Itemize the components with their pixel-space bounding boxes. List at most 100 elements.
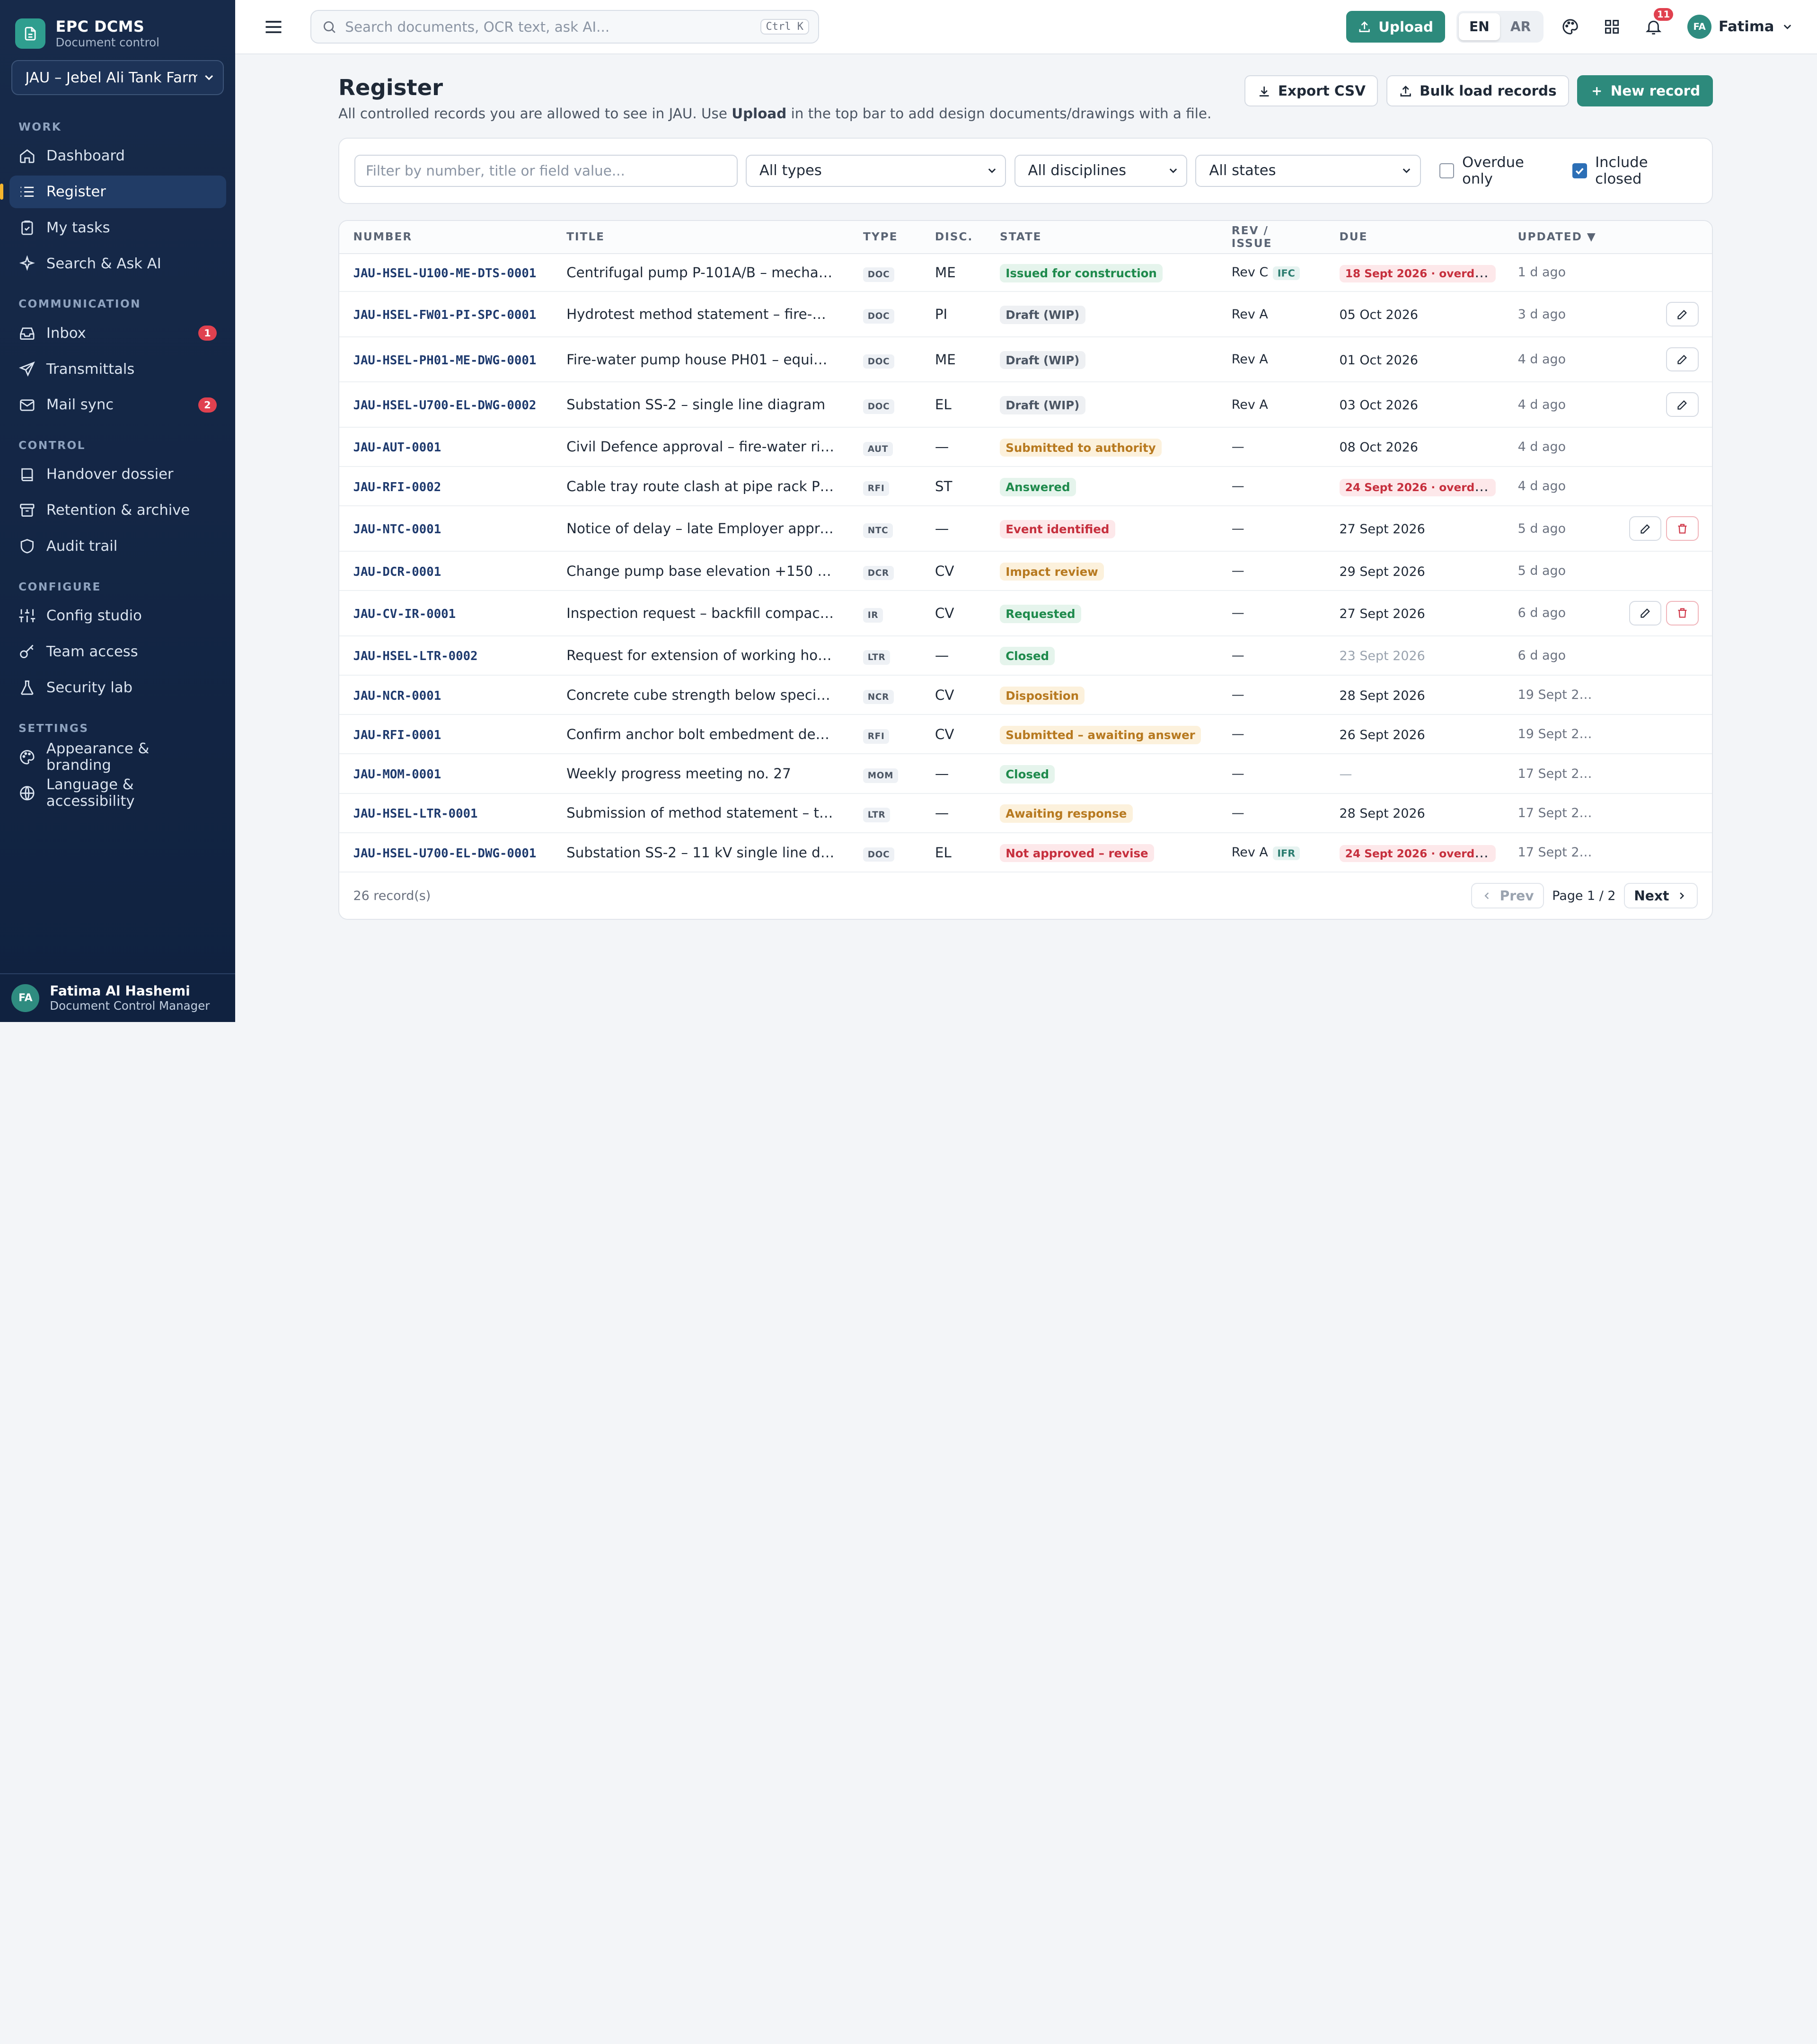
table-row[interactable]: JAU-AUT-0001 Civil Defence approval – fir… [339, 427, 1712, 467]
table-row[interactable]: JAU-NTC-0001 Notice of delay – late Emplo… [339, 506, 1712, 552]
filter-input[interactable] [365, 162, 726, 179]
project-select[interactable]: JAU – Jebel Ali Tank Farm E [11, 60, 224, 95]
sidebar-item-label: Team access [46, 643, 138, 661]
table-row[interactable]: JAU-HSEL-LTR-0001 Submission of method st… [339, 793, 1712, 833]
export-csv-button[interactable]: Export CSV [1244, 75, 1378, 107]
revision: Rev A [1231, 352, 1268, 367]
discipline-select[interactable]: All disciplines [1014, 154, 1188, 187]
theme-button[interactable] [1555, 12, 1586, 42]
next-page-button[interactable]: Next [1623, 883, 1698, 909]
record-number[interactable]: JAU-HSEL-LTR-0002 [353, 649, 477, 663]
record-number[interactable]: JAU-MOM-0001 [353, 767, 441, 782]
table-row[interactable]: JAU-HSEL-PH01-ME-DWG-0001 Fire-water pump… [339, 336, 1712, 383]
sidebar-item-handover[interactable]: Handover dossier [9, 458, 226, 491]
table-row[interactable]: JAU-RFI-0002 Cable tray route clash at pi… [339, 467, 1712, 507]
record-number[interactable]: JAU-CV-IR-0001 [353, 607, 456, 621]
upload-icon [1400, 85, 1411, 97]
table-row[interactable]: JAU-HSEL-LTR-0002 Request for extension o… [339, 635, 1712, 676]
col-title[interactable]: TITLE [552, 220, 849, 254]
new-record-button[interactable]: New record [1577, 75, 1713, 107]
record-number[interactable]: JAU-RFI-0002 [353, 480, 441, 494]
edit-button[interactable] [1666, 392, 1699, 417]
table-row[interactable]: JAU-HSEL-FW01-PI-SPC-0001 Hydrotest metho… [339, 291, 1712, 337]
table-row[interactable]: JAU-RFI-0001 Confirm anchor bolt embedmen… [339, 714, 1712, 755]
sidebar-item-dashboard[interactable]: Dashboard [9, 140, 226, 172]
revision: — [1231, 648, 1244, 663]
sidebar-item-appearance[interactable]: Appearance & branding [9, 740, 226, 774]
col-type[interactable]: TYPE [849, 220, 921, 254]
table-row[interactable]: JAU-HSEL-U700-EL-DWG-0002 Substation SS-2… [339, 382, 1712, 428]
filter-input-wrap[interactable] [354, 154, 738, 187]
record-number[interactable]: JAU-NCR-0001 [353, 689, 441, 703]
edit-button[interactable] [1629, 601, 1662, 626]
bulk-load-button[interactable]: Bulk load records [1386, 75, 1570, 107]
sidebar-item-retention[interactable]: Retention & archive [9, 494, 226, 527]
updated: 4 d ago [1504, 427, 1611, 467]
sidebar-item-mail-sync[interactable]: Mail sync 2 [9, 389, 226, 422]
sidebar-item-inbox[interactable]: Inbox 1 [9, 317, 226, 350]
sidebar-user[interactable]: FA Fatima Al Hashemi Document Control Ma… [0, 973, 236, 1022]
menu-icon[interactable] [263, 17, 284, 37]
apps-button[interactable] [1597, 12, 1627, 42]
record-number[interactable]: JAU-AUT-0001 [353, 441, 441, 455]
sidebar-item-team-access[interactable]: Team access [9, 635, 226, 668]
overdue-checkbox[interactable] [1439, 163, 1454, 178]
sliders-icon [19, 609, 35, 623]
globe-icon [20, 786, 35, 801]
edit-button[interactable] [1666, 347, 1699, 372]
col-state[interactable]: STATE [986, 220, 1218, 254]
upload-button[interactable]: Upload [1346, 11, 1445, 43]
updated: 5 d ago [1504, 506, 1611, 552]
col-rev-issue[interactable]: REV / ISSUE [1217, 220, 1326, 254]
record-number[interactable]: JAU-HSEL-FW01-PI-SPC-0001 [353, 308, 536, 322]
prev-page-button[interactable]: Prev [1471, 883, 1544, 909]
search-input[interactable] [345, 18, 752, 35]
record-number[interactable]: JAU-DCR-0001 [353, 565, 441, 579]
sidebar-item-language[interactable]: Language & accessibility [9, 776, 226, 810]
record-number[interactable]: JAU-HSEL-U100-ME-DTS-0001 [353, 266, 536, 281]
sidebar-item-transmittals[interactable]: Transmittals [9, 353, 226, 386]
sidebar-item-audit[interactable]: Audit trail [9, 530, 226, 563]
col-number[interactable]: NUMBER [339, 220, 553, 254]
table-row[interactable]: JAU-DCR-0001 Change pump base elevation +… [339, 551, 1712, 591]
include-closed-toggle[interactable]: Include closed [1572, 154, 1697, 187]
table-row[interactable]: JAU-HSEL-U100-ME-DTS-0001 Centrifugal pum… [339, 253, 1712, 292]
sidebar-item-security-lab[interactable]: Security lab [9, 671, 226, 704]
overdue-only-toggle[interactable]: Overdue only [1439, 154, 1557, 187]
col-updated[interactable]: UPDATED ▼ [1504, 220, 1611, 254]
col-due[interactable]: DUE [1325, 220, 1504, 254]
record-number[interactable]: JAU-HSEL-LTR-0001 [353, 807, 477, 821]
col-discipline[interactable]: DISC. [921, 220, 986, 254]
table-row[interactable]: JAU-MOM-0001 Weekly progress meeting no. … [339, 754, 1712, 794]
lang-ar-button[interactable]: AR [1500, 13, 1542, 40]
record-number[interactable]: JAU-HSEL-PH01-ME-DWG-0001 [353, 353, 536, 368]
record-number[interactable]: JAU-HSEL-U700-EL-DWG-0001 [353, 846, 536, 861]
type-select[interactable]: All types [745, 154, 1006, 187]
type-badge: DOC [863, 354, 895, 369]
delete-button[interactable] [1666, 601, 1699, 626]
table-row[interactable]: JAU-CV-IR-0001 Inspection request – backf… [339, 590, 1712, 636]
edit-button[interactable] [1666, 302, 1699, 326]
pagination: Prev Page 1 / 2 Next [1471, 883, 1698, 909]
record-number[interactable]: JAU-NTC-0001 [353, 522, 441, 537]
record-number[interactable]: JAU-RFI-0001 [353, 728, 441, 742]
record-number[interactable]: JAU-HSEL-U700-EL-DWG-0002 [353, 398, 536, 413]
record-title: Hydrotest method statement – fire-wa... [552, 291, 849, 337]
global-search[interactable]: Ctrl K [310, 10, 820, 44]
include-closed-checkbox[interactable] [1572, 163, 1587, 178]
sidebar-item-tasks[interactable]: My tasks [9, 211, 226, 244]
table-row[interactable]: JAU-NCR-0001 Concrete cube strength below… [339, 675, 1712, 715]
delete-button[interactable] [1666, 516, 1699, 541]
revision: — [1231, 727, 1244, 742]
table-row[interactable]: JAU-HSEL-U700-EL-DWG-0001 Substation SS-2… [339, 832, 1712, 873]
lang-en-button[interactable]: EN [1458, 13, 1500, 40]
edit-button[interactable] [1629, 516, 1662, 541]
sidebar-item-label: My tasks [46, 219, 110, 236]
type-badge: DOC [863, 399, 895, 414]
sidebar-item-config-studio[interactable]: Config studio [9, 599, 226, 632]
sidebar-item-register[interactable]: Register [0, 176, 226, 208]
notifications-button[interactable]: 11 [1639, 8, 1674, 42]
user-menu[interactable]: FA Fatima [1687, 14, 1794, 39]
state-select[interactable]: All states [1195, 154, 1421, 187]
sidebar-item-search[interactable]: Search & Ask AI [9, 247, 226, 280]
